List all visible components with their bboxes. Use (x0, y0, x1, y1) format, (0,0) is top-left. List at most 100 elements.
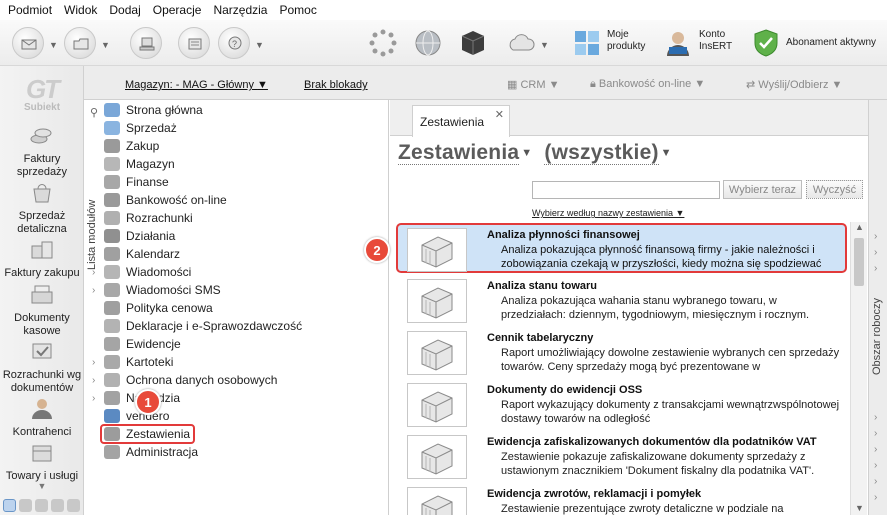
sidebar-item-faktury-zakupu[interactable]: Faktury zakupu (0, 238, 84, 280)
cloud-icon[interactable] (506, 28, 536, 58)
module-item-1[interactable]: Sprzedaż (104, 119, 177, 137)
chevron-right-icon[interactable]: › (92, 267, 95, 278)
chevron-right-icon[interactable]: › (92, 393, 95, 404)
module-item-4[interactable]: Finanse (104, 173, 169, 191)
filter-selector[interactable]: (wszystkie) (544, 141, 659, 165)
scroll-thumb[interactable] (854, 238, 864, 286)
sort-by-name-link[interactable]: Wybierz według nazwy zestawienia ▼ (532, 208, 684, 218)
insert-account-label[interactable]: Konto InsERT (699, 29, 732, 53)
module-item-7[interactable]: › Działania (92, 227, 175, 245)
chevron-right-icon[interactable]: › (874, 247, 877, 258)
tab-zestawienia[interactable]: Zestawienia ✕ (412, 105, 510, 137)
module-item-5[interactable]: Bankowość on-line (104, 191, 227, 209)
account-icon[interactable] (663, 28, 693, 58)
products-icon[interactable] (572, 28, 602, 58)
choose-now-button[interactable]: Wybierz teraz (723, 180, 802, 199)
module-item-15[interactable]: › Ochrona danych osobowych (92, 371, 277, 389)
open-button[interactable] (64, 27, 96, 59)
sync-arrows-icon: ⇄ (746, 79, 759, 91)
view-icon[interactable] (19, 499, 32, 512)
chevron-right-icon[interactable]: › (92, 285, 95, 296)
sidebar-item-faktury-sprzedazy[interactable]: Faktury sprzedaży (0, 124, 84, 179)
documents-button[interactable] (178, 27, 210, 59)
chevron-right-icon[interactable]: › (92, 357, 95, 368)
module-item-13[interactable]: Ewidencje (104, 335, 181, 353)
chevron-right-icon[interactable]: › (874, 476, 877, 487)
subscription-status-label[interactable]: Abonament aktywny (786, 37, 876, 49)
crm-button[interactable]: ▦ CRM ▼ (507, 78, 559, 91)
scroll-down-icon[interactable]: ▼ (855, 503, 864, 513)
report-item[interactable]: Dokumenty do ewidencji OSS Raport wykazuj… (398, 380, 848, 430)
view-icon[interactable] (3, 499, 16, 512)
module-item-8[interactable]: › Kalendarz (92, 245, 180, 263)
chevron-right-icon[interactable]: › (874, 460, 877, 471)
module-item-12[interactable]: Deklaracje i e-Sprawozdawczość (104, 317, 302, 335)
module-item-3[interactable]: Magazyn (104, 155, 175, 173)
module-item-10[interactable]: › Wiadomości SMS (92, 281, 221, 299)
sidebar-item-sprzedaz-detaliczna[interactable]: Sprzedaż detaliczna (0, 181, 84, 236)
chevron-right-icon[interactable]: › (92, 231, 95, 242)
module-item-6[interactable]: › Rozrachunki (92, 209, 193, 227)
report-item[interactable]: Cennik tabelaryczny Raport umożliwiający … (398, 328, 848, 378)
menu-pomoc[interactable]: Pomoc (279, 3, 316, 17)
module-item-19[interactable]: Administracja (104, 443, 198, 461)
view-icon[interactable] (67, 499, 80, 512)
search-input[interactable] (532, 181, 720, 199)
chevron-right-icon[interactable]: › (874, 444, 877, 455)
chevron-right-icon[interactable]: › (874, 428, 877, 439)
chevron-right-icon[interactable]: › (92, 249, 95, 260)
chevron-down-icon[interactable]: ▼ (521, 147, 532, 159)
sidebar-more-chevron-icon[interactable]: ▼ (0, 480, 84, 493)
menu-operacje[interactable]: Operacje (153, 3, 202, 17)
chevron-right-icon[interactable]: › (874, 412, 877, 423)
globe-icon[interactable] (413, 28, 443, 58)
chevron-down-icon[interactable]: ▼ (540, 40, 549, 50)
module-item-14[interactable]: › Kartoteki (92, 353, 173, 371)
sidebar-item-rozrachunki-wg-dokumentow[interactable]: Rozrachunki wg dokumentów (0, 340, 84, 395)
my-products-label[interactable]: Moje produkty (607, 29, 645, 53)
menu-widok[interactable]: Widok (64, 3, 97, 17)
chevron-down-icon[interactable]: ▼ (49, 40, 58, 50)
report-item[interactable]: Ewidencja zafiskalizowanych dokumentów d… (398, 432, 848, 482)
cube-icon[interactable] (458, 28, 488, 58)
report-item[interactable]: Analiza płynności finansowej Analiza poka… (396, 223, 847, 273)
report-item[interactable]: Ewidencja zwrotów, reklamacji i pomyłek Z… (398, 484, 848, 515)
menu-podmiot[interactable]: Podmiot (8, 3, 52, 17)
chevron-down-icon[interactable]: ▼ (101, 40, 110, 50)
module-item-label: Strona główna (126, 103, 203, 117)
module-item-9[interactable]: › Wiadomości (92, 263, 191, 281)
help-button[interactable]: ? (218, 27, 250, 59)
chevron-right-icon[interactable]: › (874, 231, 877, 242)
chevron-right-icon[interactable]: › (92, 375, 95, 386)
warehouse-selector[interactable]: Magazyn: - MAG - Główny ▼ (125, 79, 268, 91)
category-selector[interactable]: Zestawienia (398, 141, 520, 165)
view-icon[interactable] (35, 499, 48, 512)
reports-scrollbar[interactable]: ▲ ▼ (850, 222, 867, 515)
sidebar-item-kontrahenci[interactable]: Kontrahenci (0, 397, 84, 439)
sidebar-item-towary-i-uslugi[interactable]: Towary i usługi (0, 441, 84, 483)
chevron-right-icon[interactable]: › (874, 492, 877, 503)
lock-status-link[interactable]: Brak blokady (304, 79, 368, 91)
chevron-down-icon[interactable]: ▼ (255, 40, 264, 50)
banking-button[interactable]: 🔒︎ Bankowość on-line ▼ (590, 78, 705, 91)
module-item-2[interactable]: Zakup (104, 137, 159, 155)
pin-icon[interactable]: ⚲ (90, 106, 98, 119)
tool-button[interactable] (130, 27, 162, 59)
scroll-up-icon[interactable]: ▲ (855, 222, 864, 232)
report-item[interactable]: Analiza stanu towaru Analiza pokazująca w… (398, 276, 848, 326)
chevron-right-icon[interactable]: › (874, 263, 877, 274)
shield-check-icon[interactable] (751, 28, 781, 58)
chevron-right-icon[interactable]: › (92, 213, 95, 224)
module-item-11[interactable]: Polityka cenowa (104, 299, 213, 317)
close-icon[interactable]: ✕ (495, 108, 504, 121)
menu-dodaj[interactable]: Dodaj (109, 3, 140, 17)
module-item-0[interactable]: Strona główna (104, 101, 203, 119)
chevron-down-icon[interactable]: ▼ (661, 147, 672, 159)
module-item-label: Finanse (126, 175, 169, 189)
view-icon[interactable] (51, 499, 64, 512)
send-receive-button[interactable]: ⇄ Wyślij/Odbierz ▼ (746, 78, 842, 91)
new-document-button[interactable] (12, 27, 44, 59)
clear-button[interactable]: Wyczyść (806, 180, 863, 199)
menu-narzedzia[interactable]: Narzędzia (213, 3, 267, 17)
sidebar-item-dokumenty-kasowe[interactable]: Dokumenty kasowe (0, 283, 84, 338)
